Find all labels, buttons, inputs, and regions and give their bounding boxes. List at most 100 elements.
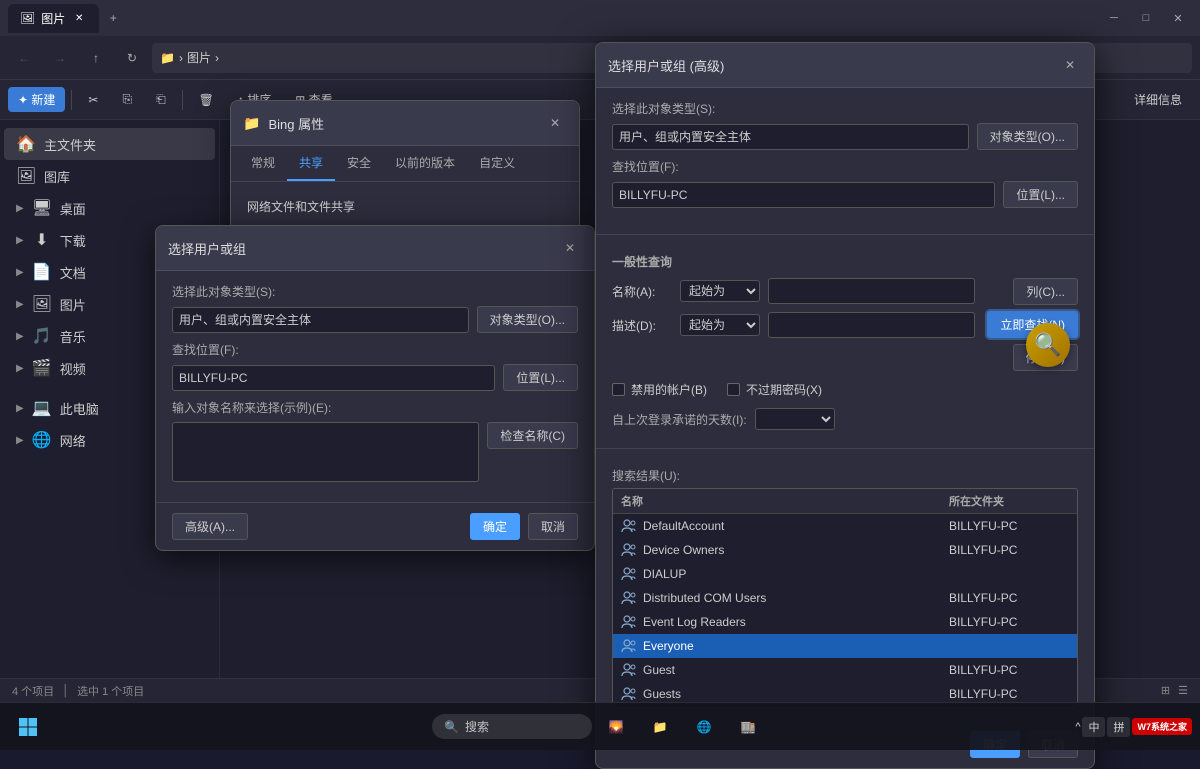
back-btn[interactable]: ← bbox=[8, 42, 40, 74]
select-user-small-close-btn[interactable]: ✕ bbox=[558, 236, 582, 260]
tab-custom[interactable]: 自定义 bbox=[467, 146, 527, 181]
group-icon bbox=[621, 590, 637, 606]
taskbar-app-1[interactable]: 🌄 bbox=[596, 707, 636, 747]
music-icon: 🎵 bbox=[32, 326, 52, 346]
result-row[interactable]: Distributed COM Users BILLYFU-PC bbox=[613, 586, 1077, 610]
sidebar-item-label: 视频 bbox=[60, 359, 86, 378]
view-toggle-icon[interactable]: ⊞ bbox=[1161, 684, 1170, 697]
expand-icon: ▶ bbox=[16, 267, 24, 278]
downloads-icon: ⬇ bbox=[32, 230, 52, 250]
days-select[interactable] bbox=[755, 408, 835, 430]
result-row[interactable]: Device Owners BILLYFU-PC bbox=[613, 538, 1077, 562]
obj-type-label: 选择此对象类型(S): bbox=[172, 283, 578, 300]
result-row[interactable]: DefaultAccount BILLYFU-PC bbox=[613, 514, 1077, 538]
name-field-row: 名称(A): 起始为 bbox=[612, 278, 975, 304]
result-name-text: Device Owners bbox=[643, 543, 724, 557]
ok-btn[interactable]: 确定 bbox=[470, 513, 520, 540]
result-row[interactable]: Guest BILLYFU-PC bbox=[613, 658, 1077, 682]
close-btn[interactable]: ✕ bbox=[1164, 4, 1192, 32]
location-input[interactable] bbox=[172, 365, 495, 391]
tab-close-btn[interactable]: ✕ bbox=[71, 10, 87, 26]
name-filter-select[interactable]: 起始为 bbox=[680, 280, 760, 302]
refresh-btn[interactable]: ↻ bbox=[116, 42, 148, 74]
group-icon bbox=[621, 614, 637, 630]
details-btn[interactable]: 详细信息 bbox=[1124, 87, 1192, 112]
desc-filter-input[interactable] bbox=[768, 312, 975, 338]
check-name-btn[interactable]: 检查名称(C) bbox=[487, 422, 578, 449]
bing-props-close-btn[interactable]: ✕ bbox=[543, 111, 567, 135]
ime-zh[interactable]: 中 bbox=[1082, 717, 1105, 737]
expand-icon: ▶ bbox=[16, 403, 24, 414]
new-tab-btn[interactable]: + bbox=[99, 4, 127, 32]
up-btn[interactable]: ↑ bbox=[80, 42, 112, 74]
taskbar-center: 🔍 搜索 🌄 📁 🌐 🏬 bbox=[432, 707, 768, 747]
advanced-btn[interactable]: 高级(A)... bbox=[172, 513, 248, 540]
obj-type-input[interactable] bbox=[172, 307, 469, 333]
results-section: 搜索结果(U): 名称 所在文件夹 DefaultAccount bbox=[596, 455, 1094, 720]
forward-btn[interactable]: → bbox=[44, 42, 76, 74]
desc-filter-select[interactable]: 起始为 bbox=[680, 314, 760, 336]
new-btn[interactable]: ✦ 新建 bbox=[8, 87, 65, 112]
taskbar-app-4[interactable]: 🏬 bbox=[728, 707, 768, 747]
delete-btn[interactable]: 🗑 bbox=[189, 89, 224, 111]
sidebar-item-gallery[interactable]: 🖼 图库 bbox=[4, 160, 215, 192]
cut-btn[interactable]: ✂ bbox=[78, 89, 108, 111]
adv-location-btn[interactable]: 位置(L)... bbox=[1003, 181, 1078, 208]
tab-previous[interactable]: 以前的版本 bbox=[383, 146, 467, 181]
no-expire-label: 不过期密码(X) bbox=[746, 381, 822, 398]
advanced-close-btn[interactable]: ✕ bbox=[1058, 53, 1082, 77]
title-controls: ─ □ ✕ bbox=[1100, 4, 1192, 32]
minimize-btn[interactable]: ─ bbox=[1100, 4, 1128, 32]
maximize-btn[interactable]: □ bbox=[1132, 4, 1160, 32]
bing-props-title-bar: 📁 Bing 属性 ✕ bbox=[231, 101, 579, 146]
list-btn[interactable]: 列(C)... bbox=[1013, 278, 1078, 305]
name-textarea[interactable] bbox=[172, 422, 479, 482]
adv-obj-type-btn[interactable]: 对象类型(O)... bbox=[977, 123, 1078, 150]
divider-2 bbox=[182, 90, 183, 110]
obj-type-btn[interactable]: 对象类型(O)... bbox=[477, 306, 578, 333]
result-header: 名称 所在文件夹 bbox=[613, 489, 1077, 514]
location-btn[interactable]: 位置(L)... bbox=[503, 364, 578, 391]
bing-props-title: Bing 属性 bbox=[268, 114, 543, 133]
ime-pinyin[interactable]: 拼 bbox=[1107, 717, 1130, 737]
sep2 bbox=[596, 448, 1094, 449]
explorer-tab[interactable]: 🖼 图片 ✕ bbox=[8, 4, 99, 33]
adv-obj-type-input[interactable] bbox=[612, 124, 969, 150]
disabled-acct-checkbox[interactable] bbox=[612, 383, 625, 396]
taskbar-right: ^ 中 拼 W7系统之家 bbox=[1075, 717, 1192, 737]
sidebar-item-label: 主文件夹 bbox=[44, 135, 96, 154]
select-user-small-footer: 高级(A)... 确定 取消 bbox=[156, 502, 594, 550]
sidebar-item-home[interactable]: 🏠 主文件夹 bbox=[4, 128, 215, 160]
sidebar-item-desktop[interactable]: ▶ 🖥 桌面 bbox=[4, 192, 215, 224]
name-filter-input[interactable] bbox=[768, 278, 975, 304]
result-row[interactable]: Event Log Readers BILLYFU-PC bbox=[613, 610, 1077, 634]
tab-share[interactable]: 共享 bbox=[287, 146, 335, 181]
tab-icon: 🖼 bbox=[20, 11, 35, 25]
share-section-title: 网络文件和文件共享 bbox=[247, 198, 563, 215]
expand-icon: ▶ bbox=[16, 435, 24, 446]
start-btn[interactable] bbox=[8, 707, 48, 747]
tab-label: 图片 bbox=[41, 10, 65, 27]
paste-btn[interactable]: ⎗ bbox=[146, 88, 176, 111]
tab-general[interactable]: 常规 bbox=[239, 146, 287, 181]
results-label: 搜索结果(U): bbox=[612, 467, 1078, 484]
result-row[interactable]: DIALUP bbox=[613, 562, 1077, 586]
advanced-title: 选择用户或组 (高级) bbox=[608, 56, 1058, 75]
search-icon: 🔍 bbox=[444, 720, 459, 734]
taskbar-search[interactable]: 🔍 搜索 bbox=[432, 714, 592, 739]
col-name: 名称 bbox=[621, 493, 949, 509]
divider-1 bbox=[71, 90, 72, 110]
taskbar-app-3[interactable]: 🌐 bbox=[684, 707, 724, 747]
result-name-text: DIALUP bbox=[643, 567, 686, 581]
documents-icon: 📄 bbox=[32, 262, 52, 282]
cancel-btn[interactable]: 取消 bbox=[528, 513, 578, 540]
taskbar-app-2[interactable]: 📁 bbox=[640, 707, 680, 747]
tab-security[interactable]: 安全 bbox=[335, 146, 383, 181]
adv-location-input[interactable] bbox=[612, 182, 995, 208]
copy-btn[interactable]: ⎘ bbox=[112, 88, 142, 111]
w7-brand-badge[interactable]: W7系统之家 bbox=[1132, 718, 1192, 735]
view-list-icon[interactable]: ☰ bbox=[1178, 684, 1188, 697]
result-row[interactable]: Everyone bbox=[613, 634, 1077, 658]
no-expire-checkbox[interactable] bbox=[727, 383, 740, 396]
tray-icon-1: ^ bbox=[1075, 721, 1080, 733]
